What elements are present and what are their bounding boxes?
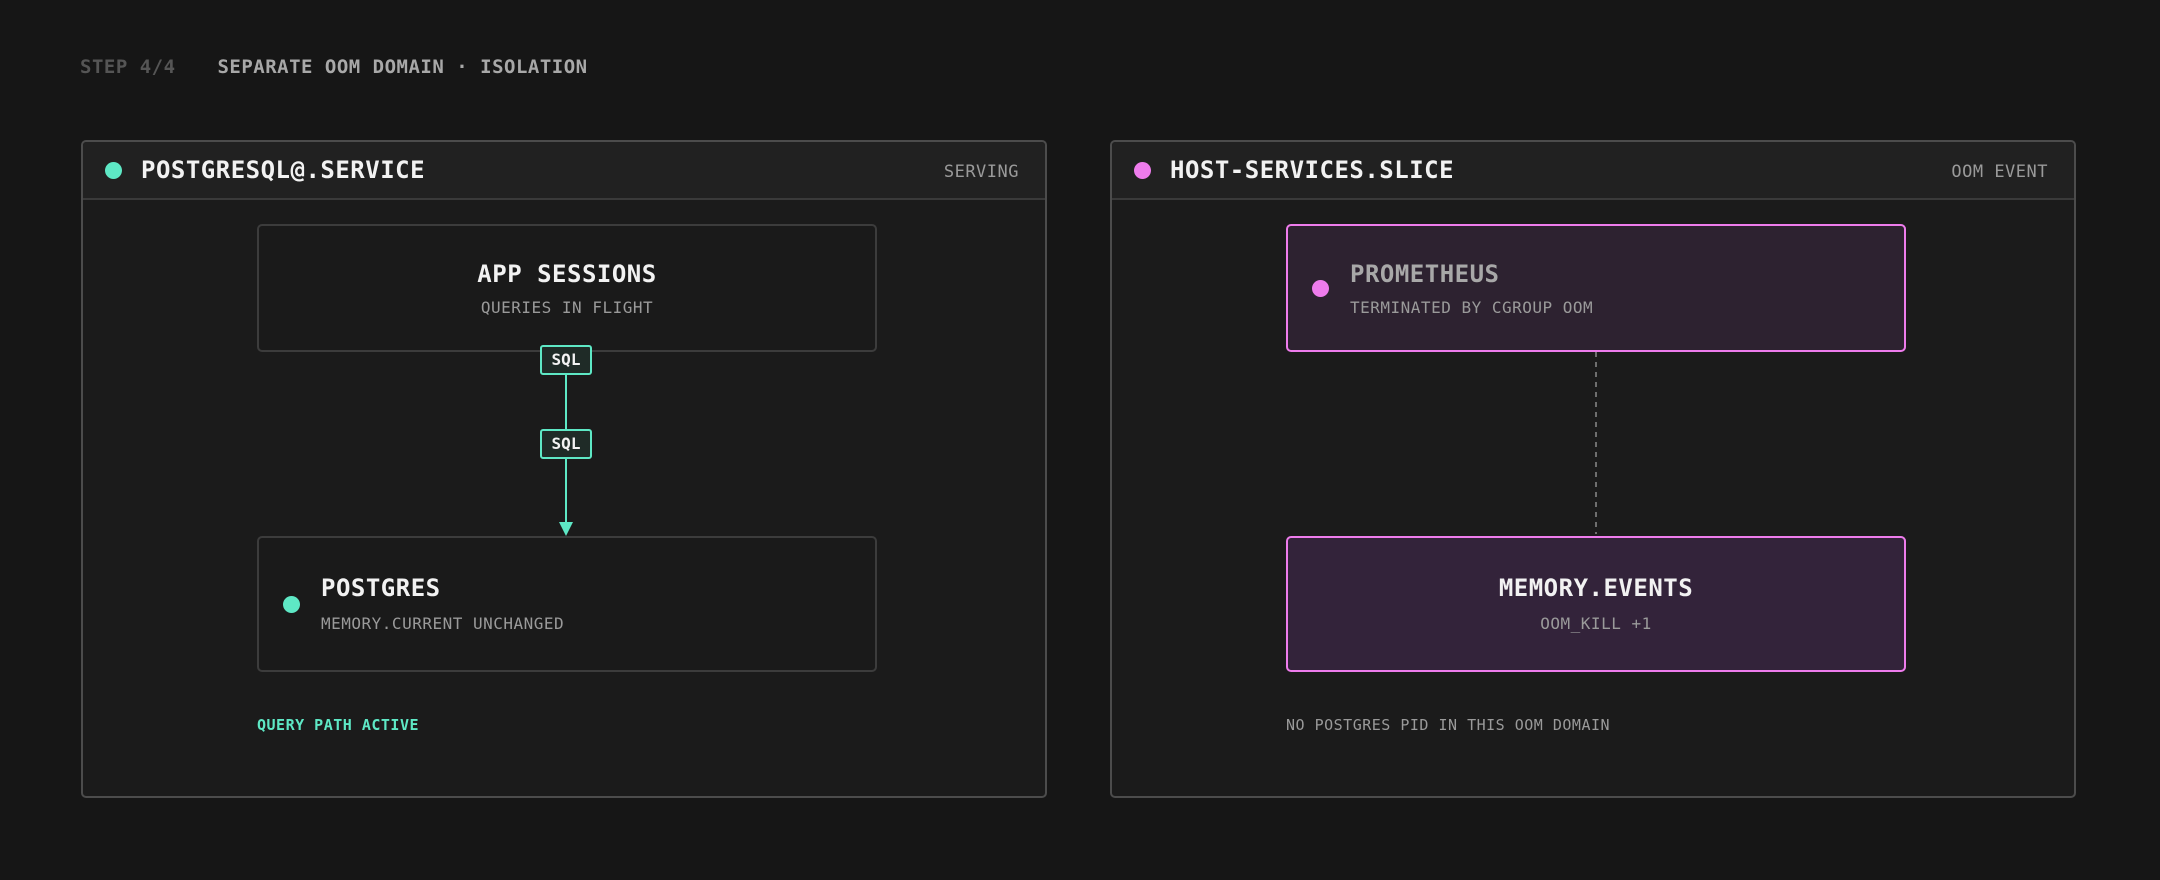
step-title: SEPARATE OOM DOMAIN · ISOLATION bbox=[217, 56, 588, 78]
sql-tag-top: SQL bbox=[540, 345, 592, 375]
panel-header: POSTGRESQL@.SERVICE SERVING bbox=[83, 142, 1045, 200]
sql-tag-middle: SQL bbox=[540, 429, 592, 459]
query-path-footnote: QUERY PATH ACTIVE bbox=[257, 716, 420, 734]
status-dot-icon bbox=[283, 596, 300, 613]
node-title: APP SESSIONS bbox=[477, 260, 657, 288]
node-title: POSTGRES bbox=[321, 574, 441, 602]
status-dot-icon bbox=[105, 162, 122, 179]
postgres-node: POSTGRES MEMORY.CURRENT UNCHANGED bbox=[257, 536, 877, 672]
node-title: MEMORY.EVENTS bbox=[1498, 574, 1694, 602]
step-header: STEP 4/4 SEPARATE OOM DOMAIN · ISOLATION bbox=[80, 56, 588, 78]
prometheus-node: PROMETHEUS TERMINATED BY CGROUP OOM bbox=[1286, 224, 1906, 352]
panel-header: HOST-SERVICES.SLICE OOM EVENT bbox=[1112, 142, 2074, 200]
node-title: PROMETHEUS bbox=[1350, 260, 1500, 288]
node-subtitle: OOM_KILL +1 bbox=[1540, 614, 1652, 633]
node-subtitle: QUERIES IN FLIGHT bbox=[480, 298, 654, 317]
postgresql-service-panel: POSTGRESQL@.SERVICE SERVING APP SESSIONS… bbox=[81, 140, 1047, 798]
node-subtitle: MEMORY.CURRENT UNCHANGED bbox=[321, 614, 565, 633]
panel-title: POSTGRESQL@.SERVICE bbox=[141, 156, 426, 184]
status-dot-icon bbox=[1312, 280, 1329, 297]
app-sessions-node: APP SESSIONS QUERIES IN FLIGHT bbox=[257, 224, 877, 352]
oom-domain-footnote: NO POSTGRES PID IN THIS OOM DOMAIN bbox=[1286, 716, 1611, 734]
panel-status: OOM EVENT bbox=[1951, 162, 2048, 182]
memory-events-node: MEMORY.EVENTS OOM_KILL +1 bbox=[1286, 536, 1906, 672]
status-dot-icon bbox=[1134, 162, 1151, 179]
panel-title: HOST-SERVICES.SLICE bbox=[1170, 156, 1455, 184]
node-subtitle: TERMINATED BY CGROUP OOM bbox=[1350, 298, 1594, 317]
host-services-slice-panel: HOST-SERVICES.SLICE OOM EVENT PROMETHEUS… bbox=[1110, 140, 2076, 798]
panel-status: SERVING bbox=[943, 162, 1019, 182]
step-indicator: STEP 4/4 bbox=[80, 56, 176, 78]
